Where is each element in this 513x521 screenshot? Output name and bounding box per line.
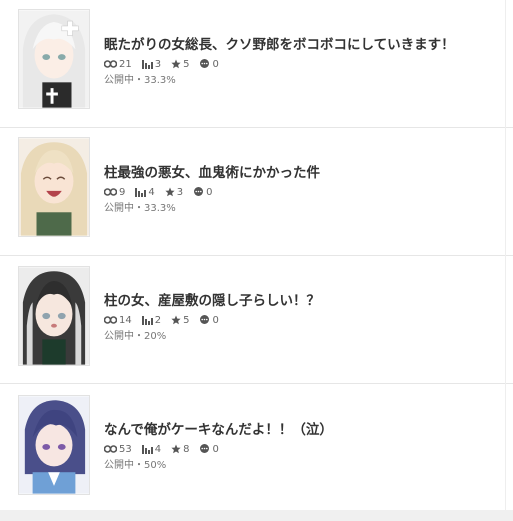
story-item[interactable]: 柱の女、産屋敷の隠し子らしい！？ 14 2 5 0 公開中・20% [0, 256, 513, 384]
comments-stat: 0 [193, 186, 213, 198]
views-stat: 53 [104, 444, 132, 455]
rank-count: 4 [148, 186, 155, 198]
story-info: 柱最強の悪女、血鬼術にかかった件 9 4 3 0 公開中・33.3% [104, 165, 504, 215]
comment-icon [200, 59, 210, 68]
stars-count: 8 [183, 443, 190, 455]
ranking-bars-icon [141, 444, 153, 454]
story-status: 公開中・33.3% [104, 75, 176, 86]
comment-icon [200, 315, 210, 324]
rank-count: 2 [154, 314, 162, 326]
comment-icon [200, 444, 210, 453]
story-cover-image[interactable] [18, 395, 90, 495]
cover-illustration [19, 267, 89, 365]
comments-stat: 0 [199, 314, 219, 326]
rank-count: 3 [154, 58, 162, 70]
story-status: 公開中・20% [104, 331, 167, 342]
story-info: 眠たがりの女総長、クソ野郎をボコボコにしていきます！ 21 3 5 0 公開中・… [104, 37, 504, 87]
stars-count: 3 [176, 186, 184, 198]
story-cover-image[interactable] [18, 266, 90, 366]
story-title[interactable]: 柱最強の悪女、血鬼術にかかった件 [104, 165, 504, 182]
story-item[interactable]: 柱最強の悪女、血鬼術にかかった件 9 4 3 0 公開中・33.3% [0, 128, 513, 256]
comments-count: 0 [206, 186, 213, 198]
story-stats: 9 4 3 0 [104, 185, 504, 199]
story-title[interactable]: なんで俺がケーキなんだよ！！（泣） [104, 422, 504, 439]
comments-count: 0 [212, 443, 219, 455]
story-stats: 53 4 8 0 [104, 442, 504, 456]
rank-stat: 4 [135, 186, 155, 198]
story-stats: 14 2 5 0 [104, 313, 504, 327]
stars-stat: 8 [171, 444, 189, 455]
views-count: 9 [119, 186, 126, 198]
comments-stat: 0 [199, 443, 219, 455]
ranking-bars-icon [141, 59, 153, 69]
star-icon [171, 444, 181, 454]
views-stat: 21 [104, 59, 132, 70]
list-right-border [505, 0, 506, 510]
story-cover-image[interactable] [18, 137, 90, 237]
story-cover-image[interactable] [18, 9, 90, 109]
page-footer-band [0, 510, 513, 521]
eye-icon [104, 188, 117, 196]
cover-illustration [19, 138, 89, 236]
cover-illustration [19, 396, 89, 494]
stars-stat: 3 [165, 187, 183, 198]
comments-stat: 0 [199, 58, 219, 70]
story-status: 公開中・33.3% [104, 203, 176, 214]
views-count: 21 [119, 58, 132, 70]
story-info: 柱の女、産屋敷の隠し子らしい！？ 14 2 5 0 公開中・20% [104, 293, 504, 343]
eye-icon [104, 445, 117, 453]
eye-icon [104, 60, 117, 68]
rank-stat: 2 [141, 314, 162, 326]
rank-stat: 3 [141, 58, 162, 70]
ranking-bars-icon [135, 187, 147, 197]
views-stat: 9 [104, 187, 125, 198]
views-count: 53 [119, 443, 132, 455]
comments-count: 0 [212, 58, 219, 70]
rank-count: 4 [154, 443, 162, 455]
stars-stat: 5 [171, 59, 189, 70]
star-icon [171, 59, 181, 69]
stars-stat: 5 [171, 315, 189, 326]
story-status: 公開中・50% [104, 460, 167, 471]
comments-count: 0 [212, 314, 219, 326]
story-title[interactable]: 眠たがりの女総長、クソ野郎をボコボコにしていきます！ [104, 37, 504, 54]
star-icon [171, 315, 181, 325]
views-stat: 14 [104, 315, 132, 326]
story-title[interactable]: 柱の女、産屋敷の隠し子らしい！？ [104, 293, 504, 310]
views-count: 14 [119, 314, 132, 326]
story-info: なんで俺がケーキなんだよ！！（泣） 53 4 8 0 公開中・50% [104, 422, 504, 472]
story-item[interactable]: なんで俺がケーキなんだよ！！（泣） 53 4 8 0 公開中・50% [0, 384, 513, 512]
star-icon [165, 187, 175, 197]
ranking-bars-icon [141, 315, 153, 325]
rank-stat: 4 [141, 443, 162, 455]
eye-icon [104, 316, 117, 324]
stars-count: 5 [183, 314, 190, 326]
story-item[interactable]: 眠たがりの女総長、クソ野郎をボコボコにしていきます！ 21 3 5 0 公開中・… [0, 0, 513, 128]
cover-illustration [19, 10, 89, 108]
stars-count: 5 [183, 58, 190, 70]
comment-icon [194, 187, 204, 196]
story-stats: 21 3 5 0 [104, 57, 504, 71]
